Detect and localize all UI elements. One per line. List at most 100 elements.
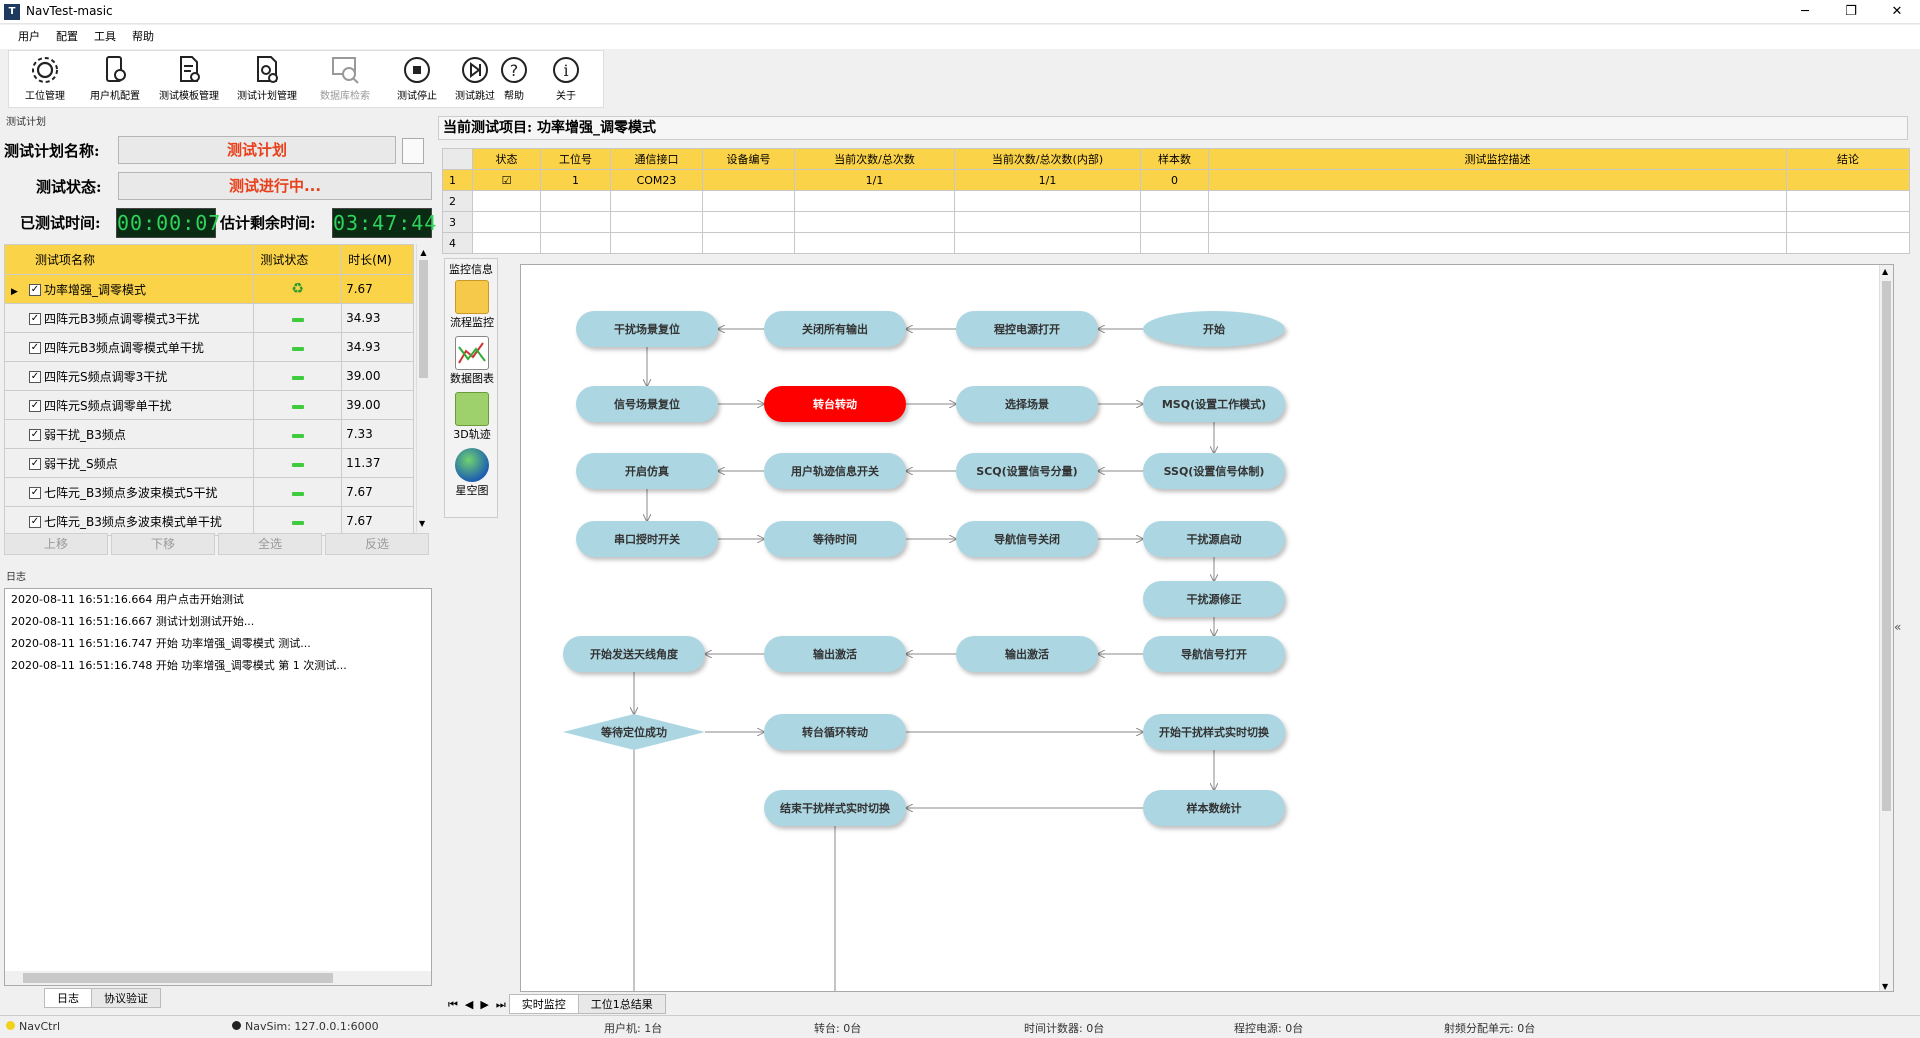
flow-node[interactable]: 开始 — [1143, 311, 1285, 347]
invert-select-button[interactable]: 反选 — [325, 533, 429, 555]
flow-node[interactable]: 输出激活 — [764, 636, 906, 672]
tab-log[interactable]: 日志 — [44, 988, 92, 1008]
flow-node[interactable]: 串口授时开关 — [576, 521, 718, 557]
data-chart-button[interactable]: 数据图表 — [445, 336, 499, 386]
flow-node[interactable]: 干扰源修正 — [1143, 581, 1285, 617]
menu-help[interactable]: 帮助 — [124, 25, 162, 49]
item-checkbox[interactable]: ✓ — [29, 371, 41, 383]
flow-node[interactable]: 开始干扰样式实时切换 — [1143, 714, 1285, 750]
item-checkbox[interactable]: ✓ — [29, 516, 41, 528]
restore-button[interactable]: ❐ — [1828, 0, 1874, 24]
first-page-icon[interactable]: ⏮ — [444, 995, 462, 1015]
tab-realtime-monitor[interactable]: 实时监控 — [508, 994, 579, 1014]
flow-node[interactable]: 干扰源启动 — [1143, 521, 1285, 557]
menu-config[interactable]: 配置 — [48, 25, 86, 49]
minimize-button[interactable]: ─ — [1782, 0, 1828, 24]
flow-node[interactable]: 结束干扰样式实时切换 — [764, 790, 906, 826]
test-item-row[interactable]: ✓ 七阵元_B3频点多波束模式5干扰 7.67 — [3, 477, 414, 507]
flow-node[interactable]: MSQ(设置工作模式) — [1143, 386, 1285, 422]
flow-node[interactable]: 输出激活 — [956, 636, 1098, 672]
flow-node[interactable]: 用户轨迹信息开关 — [764, 453, 906, 489]
flow-node[interactable]: 开始发送天线角度 — [563, 636, 705, 672]
log-hscrollbar[interactable] — [5, 971, 431, 985]
item-checkbox[interactable]: ✓ — [29, 284, 41, 296]
item-checkbox[interactable]: ✓ — [29, 458, 41, 470]
flow-node[interactable]: SSQ(设置信号体制) — [1143, 453, 1285, 489]
flow-node[interactable]: 导航信号打开 — [1143, 636, 1285, 672]
test-item-row[interactable]: ✓ 弱干扰_B3频点 7.33 — [3, 419, 414, 449]
flow-canvas[interactable]: 干扰场景复位 关闭所有输出 程控电源打开 开始信号场景复位 转台转动 选择场景 MSQ(设置… — [520, 264, 1894, 992]
test-list-scrollbar[interactable]: ▲ ▼ — [416, 244, 430, 532]
column-header[interactable]: 设备编号 — [702, 148, 795, 170]
database-search-button[interactable]: 数据库检索 — [309, 53, 381, 107]
column-header[interactable]: 状态 — [472, 148, 541, 170]
tab-protocol[interactable]: 协议验证 — [91, 988, 161, 1008]
flow-node[interactable]: 转台循环转动 — [764, 714, 906, 750]
row-pointer-icon: ▶ — [11, 286, 18, 297]
item-checkbox[interactable]: ✓ — [29, 400, 41, 412]
3d-track-button[interactable]: 3D轨迹 — [445, 392, 499, 442]
log-area[interactable]: 2020-08-11 16:51:16.664 用户点击开始测试 2020-08… — [4, 588, 432, 986]
column-header[interactable]: 通信接口 — [610, 148, 703, 170]
about-button[interactable]: i 关于 — [541, 53, 591, 107]
last-page-icon[interactable]: ⏭ — [492, 995, 510, 1015]
test-item-row[interactable]: ✓ 弱干扰_S频点 11.37 — [3, 448, 414, 478]
item-checkbox[interactable]: ✓ — [29, 313, 41, 325]
flow-node[interactable]: 程控电源打开 — [956, 311, 1098, 347]
plan-manage-button[interactable]: 测试计划管理 — [231, 53, 303, 107]
menu-tools[interactable]: 工具 — [86, 25, 124, 49]
column-header[interactable]: 当前次数/总次数(内部) — [954, 148, 1141, 170]
station-row[interactable]: 1 ☑ 1 COM23 1/1 1/1 0 — [442, 169, 1910, 191]
test-item-row[interactable]: ✓ 七阵元_B3频点多波束模式单干扰 7.67 — [3, 506, 414, 536]
test-item-row[interactable]: ✓ 四阵元B3频点调零模式3干扰 34.93 — [3, 303, 414, 333]
template-manage-button[interactable]: 测试模板管理 — [153, 53, 225, 107]
column-header[interactable]: 样本数 — [1140, 148, 1209, 170]
flow-node[interactable]: SCQ(设置信号分量) — [956, 453, 1098, 489]
item-checkbox[interactable]: ✓ — [29, 342, 41, 354]
item-checkbox[interactable]: ✓ — [29, 429, 41, 441]
station-row[interactable]: 2 — [442, 190, 1910, 212]
station-row[interactable]: 3 — [442, 211, 1910, 233]
column-header[interactable]: 测试项名称 — [3, 244, 255, 275]
flow-node[interactable]: 导航信号关闭 — [956, 521, 1098, 557]
flow-monitor-button[interactable]: 流程监控 — [445, 280, 499, 330]
select-all-button[interactable]: 全选 — [218, 533, 322, 555]
open-plan-icon[interactable] — [402, 138, 424, 164]
column-header[interactable]: 测试监控描述 — [1208, 148, 1787, 170]
collapse-panel-icon[interactable]: « — [1894, 620, 1901, 634]
tab-station-result[interactable]: 工位1总结果 — [577, 994, 666, 1014]
flow-node[interactable]: 干扰场景复位 — [576, 311, 718, 347]
flow-node[interactable]: 等待时间 — [764, 521, 906, 557]
flow-scrollbar[interactable]: ▲ ▼ — [1879, 265, 1893, 991]
test-item-row[interactable]: ▶ ✓ 功率增强_调零模式 ♻ 7.67 — [3, 274, 414, 304]
help-button[interactable]: ? 帮助 — [489, 53, 539, 107]
next-page-icon[interactable]: ▶ — [476, 995, 492, 1015]
flow-node[interactable]: 选择场景 — [956, 386, 1098, 422]
flow-node[interactable]: 开启仿真 — [576, 453, 718, 489]
close-button[interactable]: ✕ — [1874, 0, 1920, 24]
column-header[interactable]: 测试状态 — [253, 244, 343, 275]
test-item-row[interactable]: ✓ 四阵元S频点调零3干扰 39.00 — [3, 361, 414, 391]
move-up-button[interactable]: 上移 — [4, 533, 108, 555]
flow-node[interactable]: 转台转动 — [764, 386, 906, 422]
item-checkbox[interactable]: ✓ — [29, 487, 41, 499]
stop-icon — [404, 57, 430, 83]
move-down-button[interactable]: 下移 — [111, 533, 215, 555]
test-item-duration: 7.33 — [341, 419, 414, 449]
flow-node[interactable]: 样本数统计 — [1143, 790, 1285, 826]
prev-page-icon[interactable]: ◀ — [461, 995, 477, 1015]
station-row[interactable]: 4 — [442, 232, 1910, 254]
sky-view-button[interactable]: 星空图 — [445, 448, 499, 498]
test-status-field: 测试进行中... — [118, 172, 432, 200]
column-header[interactable]: 当前次数/总次数 — [794, 148, 955, 170]
column-header[interactable]: 时长(M) — [341, 244, 414, 275]
test-item-row[interactable]: ✓ 四阵元S频点调零单干扰 39.00 — [3, 390, 414, 420]
station-manage-button[interactable]: 工位管理 — [9, 53, 81, 107]
test-item-row[interactable]: ✓ 四阵元B3频点调零模式单干扰 34.93 — [3, 332, 414, 362]
menu-user[interactable]: 用户 — [10, 25, 48, 49]
flow-node[interactable]: 关闭所有输出 — [764, 311, 906, 347]
column-header[interactable]: 结论 — [1786, 148, 1910, 170]
user-device-config-button[interactable]: 用户机配置 — [79, 53, 151, 107]
flow-node[interactable]: 信号场景复位 — [576, 386, 718, 422]
column-header[interactable]: 工位号 — [540, 148, 611, 170]
